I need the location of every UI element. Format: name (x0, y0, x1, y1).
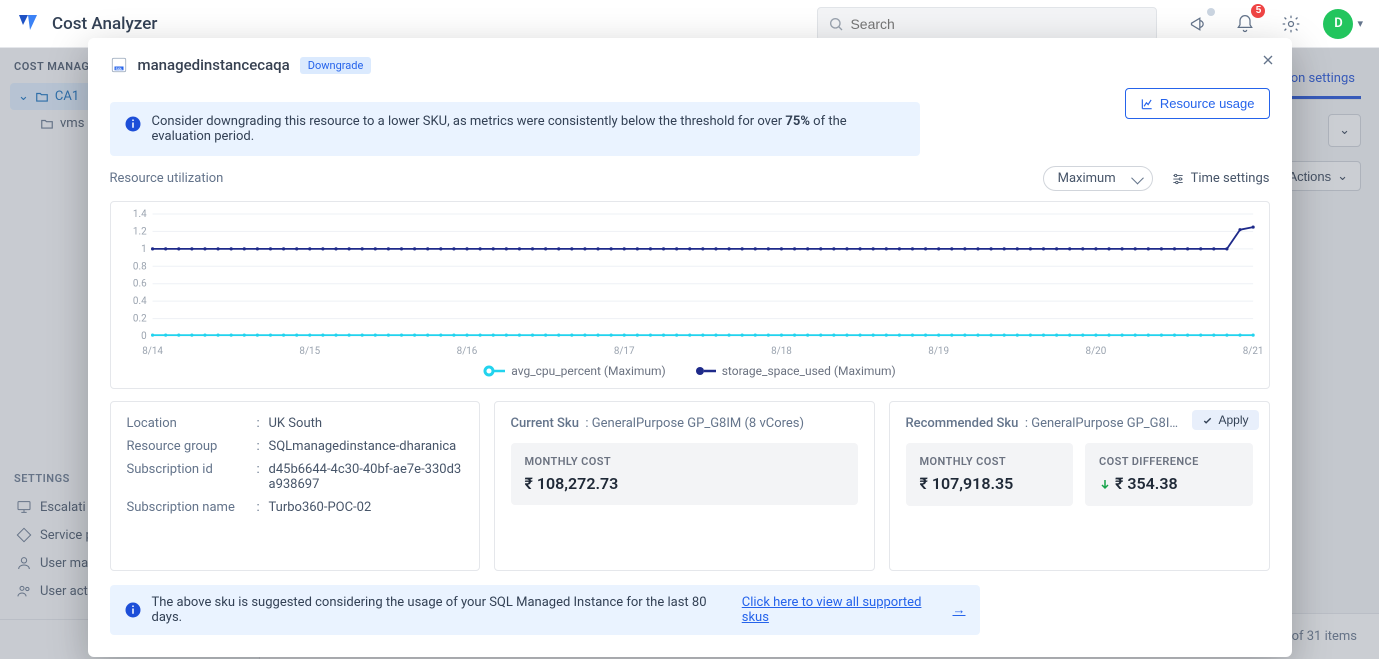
arrow-down-icon (1099, 478, 1111, 490)
avatar: D (1323, 9, 1353, 39)
resource-name: managedinstancecaqa (138, 56, 290, 74)
close-icon (1260, 52, 1276, 68)
apply-button[interactable]: Apply (1192, 410, 1258, 430)
aggregation-select[interactable]: Maximum (1043, 166, 1153, 191)
banner-text: Consider downgrading this resource to a … (152, 114, 906, 144)
svg-text:8/20: 8/20 (1085, 346, 1106, 357)
time-settings-button[interactable]: Time settings (1171, 171, 1270, 186)
svg-text:8/15: 8/15 (299, 346, 320, 357)
panel-details: Location:UK South Resource group:SQLmana… (110, 401, 480, 571)
svg-text:0.6: 0.6 (132, 279, 146, 290)
utilization-chart: 0 0.2 0.4 0.6 0.8 1 1.2 1.4 8/14 8/15 8/16 8/17 8/18… (110, 201, 1270, 389)
svg-text:1.4: 1.4 (132, 209, 146, 220)
downgrade-modal: SQL managedinstancecaqa Downgrade Consid… (88, 38, 1292, 657)
info-icon (124, 115, 142, 133)
search-input[interactable] (850, 16, 1146, 32)
sql-instance-icon: SQL (110, 56, 128, 74)
svg-text:8/16: 8/16 (456, 346, 477, 357)
svg-text:8/17: 8/17 (613, 346, 634, 357)
notification-count-badge: 5 (1251, 4, 1265, 18)
view-skus-link[interactable]: Click here to view all supported skus → (742, 595, 966, 625)
global-search[interactable] (817, 7, 1157, 41)
downgrade-tag: Downgrade (300, 57, 372, 74)
svg-text:0.8: 0.8 (132, 261, 146, 272)
search-icon (828, 16, 844, 32)
svg-text:8/14: 8/14 (142, 346, 163, 357)
legend-storage-icon (694, 364, 716, 378)
arrow-right-icon: → (953, 602, 966, 618)
app-logo-icon (16, 12, 40, 36)
sliders-icon (1171, 172, 1185, 186)
svg-text:1: 1 (141, 244, 147, 255)
svg-text:8/21: 8/21 (1242, 346, 1262, 357)
announce-dot (1207, 8, 1215, 16)
svg-text:0.2: 0.2 (132, 314, 146, 325)
svg-text:SQL: SQL (115, 67, 122, 71)
modal-close-button[interactable] (1260, 52, 1276, 68)
svg-text:8/18: 8/18 (771, 346, 792, 357)
gear-icon (1281, 14, 1301, 34)
svg-text:0.4: 0.4 (132, 296, 146, 307)
footer-note: The above sku is suggested considering t… (110, 585, 980, 635)
panel-recommended-sku: Apply Recommended Sku : GeneralPurpose G… (889, 401, 1270, 571)
chevron-down-icon: ▾ (1357, 17, 1363, 30)
svg-text:0: 0 (141, 331, 147, 342)
info-icon (124, 601, 142, 619)
svg-text:1.2: 1.2 (132, 226, 146, 237)
user-menu[interactable]: D ▾ (1323, 9, 1363, 39)
announce-button[interactable] (1185, 10, 1213, 38)
app-title: Cost Analyzer (52, 14, 157, 34)
svg-text:8/19: 8/19 (928, 346, 949, 357)
section-title: Resource utilization (110, 171, 224, 186)
notifications-button[interactable]: 5 (1231, 10, 1259, 38)
resource-usage-button[interactable]: Resource usage (1125, 88, 1270, 119)
check-icon (1202, 415, 1213, 426)
settings-button[interactable] (1277, 10, 1305, 38)
legend-storage: storage_space_used (Maximum) (694, 364, 896, 378)
modal-overlay[interactable]: SQL managedinstancecaqa Downgrade Consid… (0, 48, 1379, 659)
legend-cpu: avg_cpu_percent (Maximum) (483, 364, 665, 378)
panel-current-sku: Current Sku : GeneralPurpose GP_G8IM (8 … (494, 401, 875, 571)
legend-cpu-icon (483, 364, 505, 378)
chart-icon (1140, 97, 1154, 111)
